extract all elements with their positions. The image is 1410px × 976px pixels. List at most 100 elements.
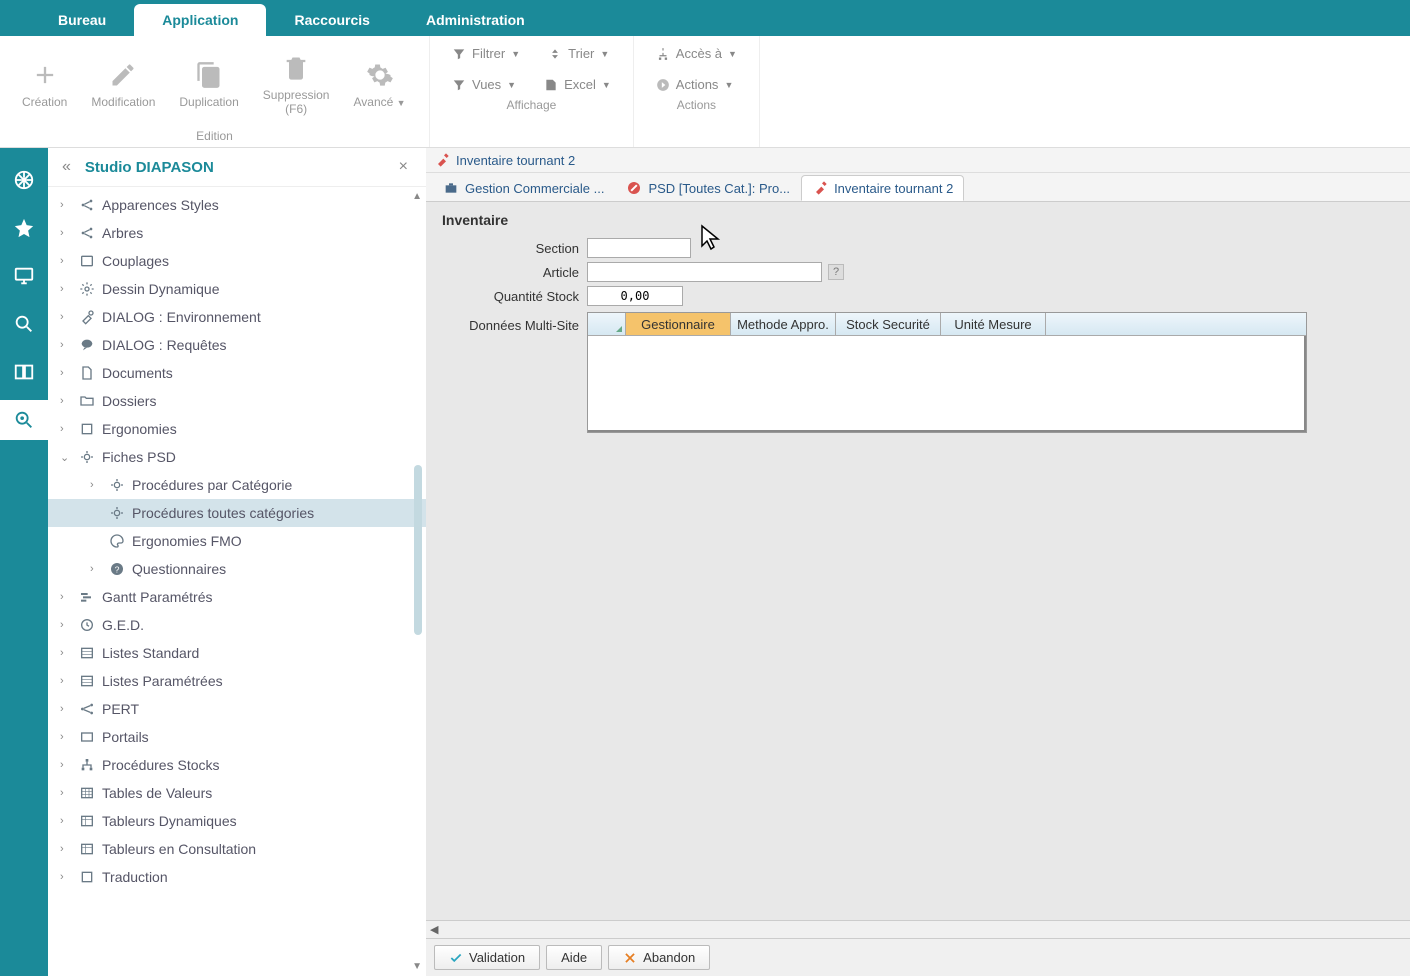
iconbar-search[interactable] <box>0 304 48 344</box>
tree-item-fiches-psd[interactable]: ⌄Fiches PSD <box>48 443 426 471</box>
tree-item-proc-toutes[interactable]: Procédures toutes catégories <box>48 499 426 527</box>
iconbar-star[interactable] <box>0 208 48 248</box>
grid-col-empty <box>1046 313 1306 335</box>
forbidden-icon <box>626 180 642 196</box>
filtrer-button[interactable]: Filtrer ▼ <box>442 42 530 65</box>
tree-item-proc-stocks[interactable]: ›Procédures Stocks <box>48 751 426 779</box>
actions-button[interactable]: Actions ▼ <box>646 73 747 96</box>
data-grid[interactable]: Gestionnaire Methode Appro. Stock Securi… <box>587 312 1307 433</box>
scroll-up-icon[interactable]: ▲ <box>412 191 422 202</box>
chevron-down-icon: ▼ <box>602 80 611 90</box>
filter-icon <box>452 78 466 92</box>
tree-item-documents[interactable]: ›Documents <box>48 359 426 387</box>
avance-button[interactable]: Avancé ▼ <box>343 42 415 127</box>
star-icon <box>13 217 35 239</box>
section-input[interactable] <box>587 238 691 258</box>
iconbar-monitor[interactable] <box>0 256 48 296</box>
tree-item-questionnaires[interactable]: ›?Questionnaires <box>48 555 426 583</box>
chevron-down-icon: ▼ <box>724 80 733 90</box>
tree-item-dialog-req[interactable]: ›DIALOG : Requêtes <box>48 331 426 359</box>
tree-item-tableurs-cons[interactable]: ›Tableurs en Consultation <box>48 835 426 863</box>
hscroll-left-icon[interactable]: ◀ <box>430 923 438 936</box>
table-icon <box>79 785 95 801</box>
tab-psd[interactable]: PSD [Toutes Cat.]: Pro... <box>615 175 801 201</box>
search-pin-icon <box>13 409 35 431</box>
palette-icon <box>109 533 125 549</box>
list-icon <box>79 673 95 689</box>
grid-body[interactable] <box>588 336 1306 432</box>
tree-item-erg-fmo[interactable]: Ergonomies FMO <box>48 527 426 555</box>
article-help-button[interactable]: ? <box>828 264 844 280</box>
tree-item-gantt[interactable]: ›Gantt Paramétrés <box>48 583 426 611</box>
tree-item-arbres[interactable]: ›Arbres <box>48 219 426 247</box>
tree-node-icon <box>79 225 95 241</box>
tree-item-apparences[interactable]: ›Apparences Styles <box>48 191 426 219</box>
gantt-icon <box>79 589 95 605</box>
hscroll-bar[interactable]: ◀ <box>426 920 1410 938</box>
tree-scrollbar[interactable] <box>414 465 422 635</box>
iconbar-panels[interactable] <box>0 352 48 392</box>
tab-gestion[interactable]: Gestion Commerciale ... <box>432 175 615 201</box>
qty-input[interactable] <box>587 286 683 306</box>
grid-col-stock[interactable]: Stock Securité <box>836 313 941 335</box>
tab-administration[interactable]: Administration <box>398 4 553 36</box>
tree-item-tables[interactable]: ›Tables de Valeurs <box>48 779 426 807</box>
tree-item-dialog-env[interactable]: ›DIALOG : Environnement <box>48 303 426 331</box>
abandon-button[interactable]: Abandon <box>608 945 710 970</box>
chevron-down-icon: ▼ <box>507 80 516 90</box>
tree-item-listes-param[interactable]: ›Listes Paramétrées <box>48 667 426 695</box>
tree-item-pert[interactable]: ›PERT <box>48 695 426 723</box>
tab-inventaire[interactable]: Inventaire tournant 2 <box>801 175 964 201</box>
table-icon <box>79 841 95 857</box>
tree-item-dessin[interactable]: ›Dessin Dynamique <box>48 275 426 303</box>
tree-item-couplages[interactable]: ›Couplages <box>48 247 426 275</box>
tree[interactable]: ▲ ›Apparences Styles ›Arbres ›Couplages … <box>48 187 426 976</box>
tree-item-proc-cat[interactable]: ›Procédures par Catégorie <box>48 471 426 499</box>
file-icon <box>79 365 95 381</box>
grid-corner[interactable] <box>588 313 626 335</box>
tree-item-listes-std[interactable]: ›Listes Standard <box>48 639 426 667</box>
iconbar-wheel[interactable] <box>0 160 48 200</box>
grid-col-gestionnaire[interactable]: Gestionnaire <box>626 313 731 335</box>
box-icon <box>79 869 95 885</box>
tree-item-portails[interactable]: ›Portails <box>48 723 426 751</box>
tree-item-traduction[interactable]: ›Traduction <box>48 863 426 891</box>
sidebar-close-button[interactable]: × <box>395 158 412 176</box>
tree-item-ergonomies[interactable]: ›Ergonomies <box>48 415 426 443</box>
tree-item-tableurs-dyn[interactable]: ›Tableurs Dynamiques <box>48 807 426 835</box>
document-tabs: Gestion Commerciale ... PSD [Toutes Cat.… <box>426 173 1410 202</box>
search-icon <box>13 313 35 335</box>
chevron-down-icon: ▼ <box>397 97 406 107</box>
excel-button[interactable]: Excel ▼ <box>534 73 621 96</box>
vues-button[interactable]: Vues ▼ <box>442 73 526 96</box>
close-icon <box>623 951 637 965</box>
tree-item-dossiers[interactable]: ›Dossiers <box>48 387 426 415</box>
duplication-button[interactable]: Duplication <box>169 42 248 127</box>
grid-col-unite[interactable]: Unité Mesure <box>941 313 1046 335</box>
tree-item-ged[interactable]: ›G.E.D. <box>48 611 426 639</box>
article-label: Article <box>442 265 587 280</box>
ribbon: Création Modification Duplication Suppre… <box>0 36 1410 148</box>
sidebar-collapse-button[interactable]: « <box>62 158 71 176</box>
grid-col-methode[interactable]: Methode Appro. <box>731 313 836 335</box>
breadcrumb-bar: Inventaire tournant 2 <box>426 148 1410 173</box>
creation-button[interactable]: Création <box>12 42 77 127</box>
aide-button[interactable]: Aide <box>546 945 602 970</box>
iconbar-search-pin[interactable] <box>0 400 48 440</box>
folder-icon <box>79 393 95 409</box>
copy-icon <box>195 61 223 89</box>
tab-application[interactable]: Application <box>134 4 266 36</box>
left-icon-bar <box>0 148 48 976</box>
article-input[interactable] <box>587 262 822 282</box>
modification-button[interactable]: Modification <box>81 42 165 127</box>
tab-raccourcis[interactable]: Raccourcis <box>266 4 397 36</box>
tab-bureau[interactable]: Bureau <box>30 4 134 36</box>
multisite-label: Données Multi-Site <box>442 312 587 433</box>
acces-a-button[interactable]: Accès à ▼ <box>646 42 747 65</box>
scroll-down-icon[interactable]: ▼ <box>412 961 422 972</box>
hierarchy-icon <box>656 47 670 61</box>
trier-button[interactable]: Trier ▼ <box>538 42 619 65</box>
chevron-down-icon: ▼ <box>728 49 737 59</box>
validation-button[interactable]: Validation <box>434 945 540 970</box>
suppression-button[interactable]: Suppression (F6) <box>253 42 340 127</box>
